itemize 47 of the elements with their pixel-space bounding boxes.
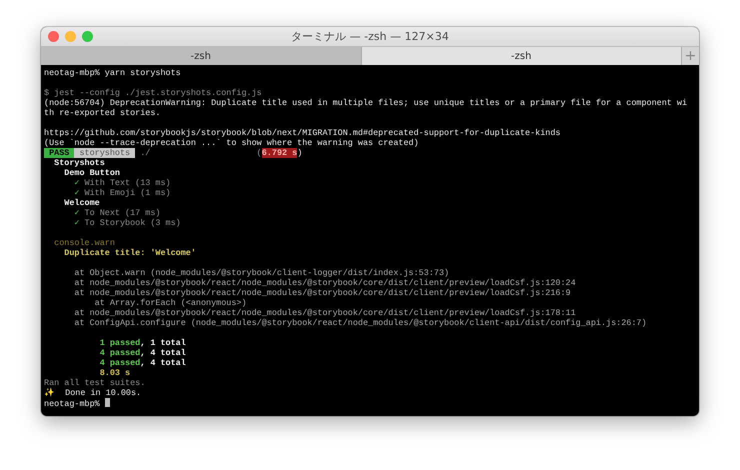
close-icon[interactable] xyxy=(48,31,59,42)
minimize-icon[interactable] xyxy=(65,31,76,42)
tab[interactable]: -zsh xyxy=(41,47,362,65)
terminal-text: To Storybook (3 ms) xyxy=(84,218,181,228)
terminal-text: , 1 total xyxy=(140,338,186,348)
terminal-text: Storyshots xyxy=(53,158,105,168)
terminal-text: Welcome xyxy=(63,198,100,208)
slow-time-badge: 6.792 s xyxy=(262,148,298,158)
check-mark: ✓ xyxy=(73,218,80,228)
terminal-text: at node_modules/@storybook/react/node_modules/@storybook/core/dist/client/preview/loadCsf.js:216:9 xyxy=(73,288,571,298)
terminal-text: th re-exported stories. xyxy=(44,108,160,118)
terminal-text: at ConfigApi.configure (node_modules/@storybook/react/node_modules/@storybook/client-api/dist/config_api.js:26:7) xyxy=(73,318,647,328)
text-cursor xyxy=(104,398,110,407)
terminal-text: Duplicate title: 'Welcome' xyxy=(63,248,196,258)
terminal-text: at node_modules/@storybook/react/node_modules/@storybook/core/dist/client/preview/loadCsf.js:120:24 xyxy=(73,278,576,288)
terminal-text: 4 passed xyxy=(98,348,140,358)
terminal-text: console.warn xyxy=(53,238,115,248)
terminal-text: With Text (13 ms) xyxy=(84,178,171,188)
check-mark: ✓ xyxy=(73,188,80,198)
suite-badge: storyshots xyxy=(74,148,136,158)
check-mark: ✓ xyxy=(73,178,80,188)
terminal-text: , 4 total xyxy=(140,358,186,368)
terminal-text: at Object.warn (node_modules/@storybook/client-logger/dist/index.js:53:73) xyxy=(73,268,450,278)
terminal-text: 4 passed xyxy=(98,358,140,368)
terminal-text: 1 passed xyxy=(98,338,140,348)
terminal-text: To Next (17 ms) xyxy=(84,208,160,218)
terminal-text: ./ ( xyxy=(139,148,262,158)
terminal-text: (Use `node --trace-deprecation ...` to show where the warning was created) xyxy=(44,138,419,148)
check-mark: ✓ xyxy=(73,208,80,218)
terminal-text: https://github.com/storybookjs/storybook/blob/next/MIGRATION.md#deprecated-support-for-duplicate-kinds xyxy=(44,128,560,138)
terminal-text: at node_modules/@storybook/react/node_modules/@storybook/core/dist/client/preview/loadCsf.js:178:11 xyxy=(73,308,576,318)
terminal-text: neotag-mbp% xyxy=(44,399,101,409)
zoom-icon[interactable] xyxy=(82,31,93,42)
terminal-text: (node:56704) DeprecationWarning: Duplicate title used in multiple files; use unique titles or a primary file for a component wi xyxy=(44,98,688,108)
terminal-text: $ jest --config ./jest.storyshots.config.js xyxy=(44,88,262,98)
window-title: ターミナル — -zsh — 127×34 xyxy=(291,29,449,44)
pass-badge: PASS xyxy=(44,148,74,158)
terminal-text: ) xyxy=(297,148,302,158)
tab[interactable]: -zsh xyxy=(362,47,682,65)
terminal-text: neotag-mbp% yarn storyshots xyxy=(44,68,181,78)
terminal-text: , 4 total xyxy=(140,348,186,358)
terminal-text: ✨ Done in 10.00s. xyxy=(44,388,142,398)
terminal-text: With Emoji (1 ms) xyxy=(84,188,171,198)
terminal-text: Ran all test suites. xyxy=(44,378,146,388)
terminal-text: Demo Button xyxy=(63,168,120,178)
terminal-text: at Array.forEach (<anonymous>) xyxy=(94,298,247,308)
terminal-text: 8.03 s xyxy=(98,368,130,378)
